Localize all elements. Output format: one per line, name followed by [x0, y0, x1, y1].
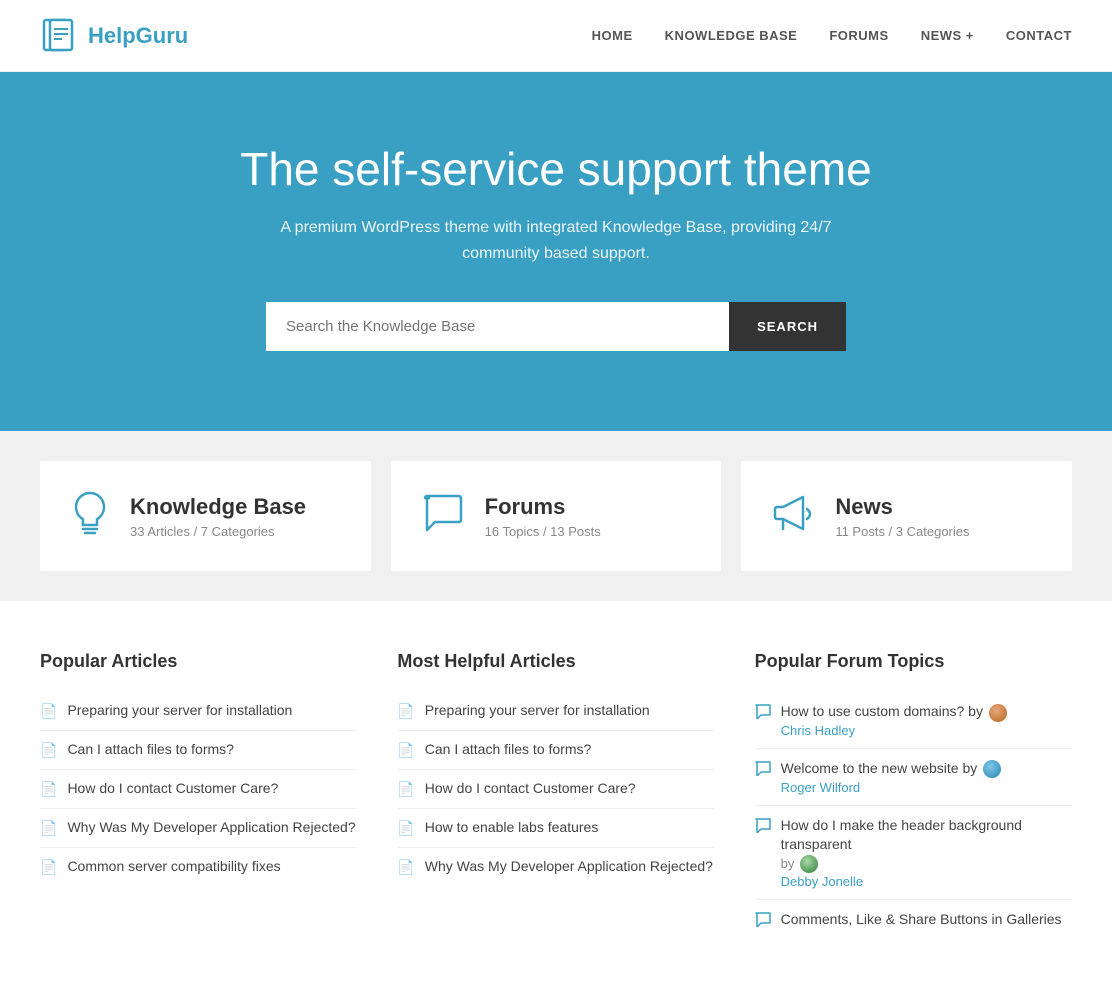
- article-icon: 📄: [397, 781, 414, 798]
- article-icon: 📄: [397, 703, 414, 720]
- logo-icon: [40, 17, 78, 55]
- forum-author-link[interactable]: Roger Wilford: [781, 780, 860, 795]
- hero-section: The self-service support theme A premium…: [0, 72, 1112, 431]
- helpful-articles-list: 📄 Preparing your server for installation…: [397, 692, 714, 886]
- stat-info-forums: Forums 16 Topics / 13 Posts: [485, 494, 601, 539]
- hero-title: The self-service support theme: [40, 142, 1072, 197]
- list-item: How do I make the header background tran…: [755, 806, 1072, 900]
- article-icon: 📄: [40, 859, 57, 876]
- chat-bubble-icon: [755, 912, 771, 932]
- helpful-articles-title: Most Helpful Articles: [397, 651, 714, 672]
- article-icon: 📄: [397, 820, 414, 837]
- search-input[interactable]: [266, 302, 729, 351]
- list-item[interactable]: 📄 How do I contact Customer Care?: [40, 770, 357, 809]
- nav-forums[interactable]: FORUMS: [829, 28, 888, 43]
- forum-author-link[interactable]: Debby Jonelle: [781, 874, 863, 889]
- avatar: [800, 855, 818, 873]
- list-item[interactable]: 📄 Why Was My Developer Application Rejec…: [40, 809, 357, 848]
- megaphone-icon: [771, 493, 815, 539]
- logo[interactable]: HelpGuru: [40, 17, 188, 55]
- list-item: Comments, Like & Share Buttons in Galler…: [755, 900, 1072, 942]
- nav-contact[interactable]: CONTACT: [1006, 28, 1072, 43]
- chat-bubble-icon: [755, 761, 771, 781]
- article-icon: 📄: [40, 820, 57, 837]
- nav-knowledge-base[interactable]: KNOWLEDGE BASE: [665, 28, 798, 43]
- article-icon: 📄: [40, 781, 57, 798]
- popular-articles-col: Popular Articles 📄 Preparing your server…: [40, 651, 357, 942]
- popular-articles-list: 📄 Preparing your server for installation…: [40, 692, 357, 886]
- stat-title-kb: Knowledge Base: [130, 494, 306, 520]
- forum-author-link[interactable]: Chris Hadley: [781, 723, 855, 738]
- list-item[interactable]: 📄 Preparing your server for installation: [397, 692, 714, 731]
- list-item: Welcome to the new website by Roger Wilf…: [755, 749, 1072, 806]
- hero-subtitle: A premium WordPress theme with integrate…: [266, 215, 846, 266]
- stat-card-news[interactable]: News 11 Posts / 3 Categories: [741, 461, 1072, 571]
- stat-card-forums[interactable]: Forums 16 Topics / 13 Posts: [391, 461, 722, 571]
- stat-info-kb: Knowledge Base 33 Articles / 7 Categorie…: [130, 494, 306, 539]
- content-grid: Popular Articles 📄 Preparing your server…: [40, 651, 1072, 942]
- stat-info-news: News 11 Posts / 3 Categories: [835, 494, 969, 539]
- list-item[interactable]: 📄 Why Was My Developer Application Rejec…: [397, 848, 714, 886]
- nav-home[interactable]: HOME: [592, 28, 633, 43]
- stat-card-kb[interactable]: Knowledge Base 33 Articles / 7 Categorie…: [40, 461, 371, 571]
- list-item[interactable]: 📄 Can I attach files to forms?: [397, 731, 714, 770]
- main-nav: HOME KNOWLEDGE BASE FORUMS NEWS + CONTAC…: [592, 28, 1072, 43]
- article-icon: 📄: [40, 703, 57, 720]
- helpful-articles-col: Most Helpful Articles 📄 Preparing your s…: [397, 651, 714, 942]
- stats-section: Knowledge Base 33 Articles / 7 Categorie…: [0, 431, 1112, 601]
- chat-bubble-icon: [755, 704, 771, 724]
- stat-title-forums: Forums: [485, 494, 601, 520]
- list-item[interactable]: 📄 How do I contact Customer Care?: [397, 770, 714, 809]
- stat-sub-news: 11 Posts / 3 Categories: [835, 524, 969, 539]
- search-bar: SEARCH: [266, 302, 846, 351]
- article-icon: 📄: [40, 742, 57, 759]
- stat-sub-kb: 33 Articles / 7 Categories: [130, 524, 306, 539]
- stat-sub-forums: 16 Topics / 13 Posts: [485, 524, 601, 539]
- list-item[interactable]: 📄 Common server compatibility fixes: [40, 848, 357, 886]
- search-button[interactable]: SEARCH: [729, 302, 846, 351]
- logo-text: HelpGuru: [88, 23, 188, 49]
- list-item[interactable]: 📄 Preparing your server for installation: [40, 692, 357, 731]
- article-icon: 📄: [397, 859, 414, 876]
- forum-topics-col: Popular Forum Topics How to use custom d…: [755, 651, 1072, 942]
- stats-grid: Knowledge Base 33 Articles / 7 Categorie…: [40, 461, 1072, 571]
- forum-topics-list: How to use custom domains? by Chris Hadl…: [755, 692, 1072, 942]
- list-item[interactable]: 📄 How to enable labs features: [397, 809, 714, 848]
- avatar: [989, 704, 1007, 722]
- list-item[interactable]: 📄 Can I attach files to forms?: [40, 731, 357, 770]
- lightbulb-icon: [70, 489, 110, 543]
- content-section: Popular Articles 📄 Preparing your server…: [0, 601, 1112, 992]
- nav-news[interactable]: NEWS +: [921, 28, 974, 43]
- forum-topics-title: Popular Forum Topics: [755, 651, 1072, 672]
- avatar: [983, 760, 1001, 778]
- header: HelpGuru HOME KNOWLEDGE BASE FORUMS NEWS…: [0, 0, 1112, 72]
- popular-articles-title: Popular Articles: [40, 651, 357, 672]
- article-icon: 📄: [397, 742, 414, 759]
- chat-bubble-icon: [755, 818, 771, 838]
- stat-title-news: News: [835, 494, 969, 520]
- list-item: How to use custom domains? by Chris Hadl…: [755, 692, 1072, 749]
- chat-icon: [421, 492, 465, 540]
